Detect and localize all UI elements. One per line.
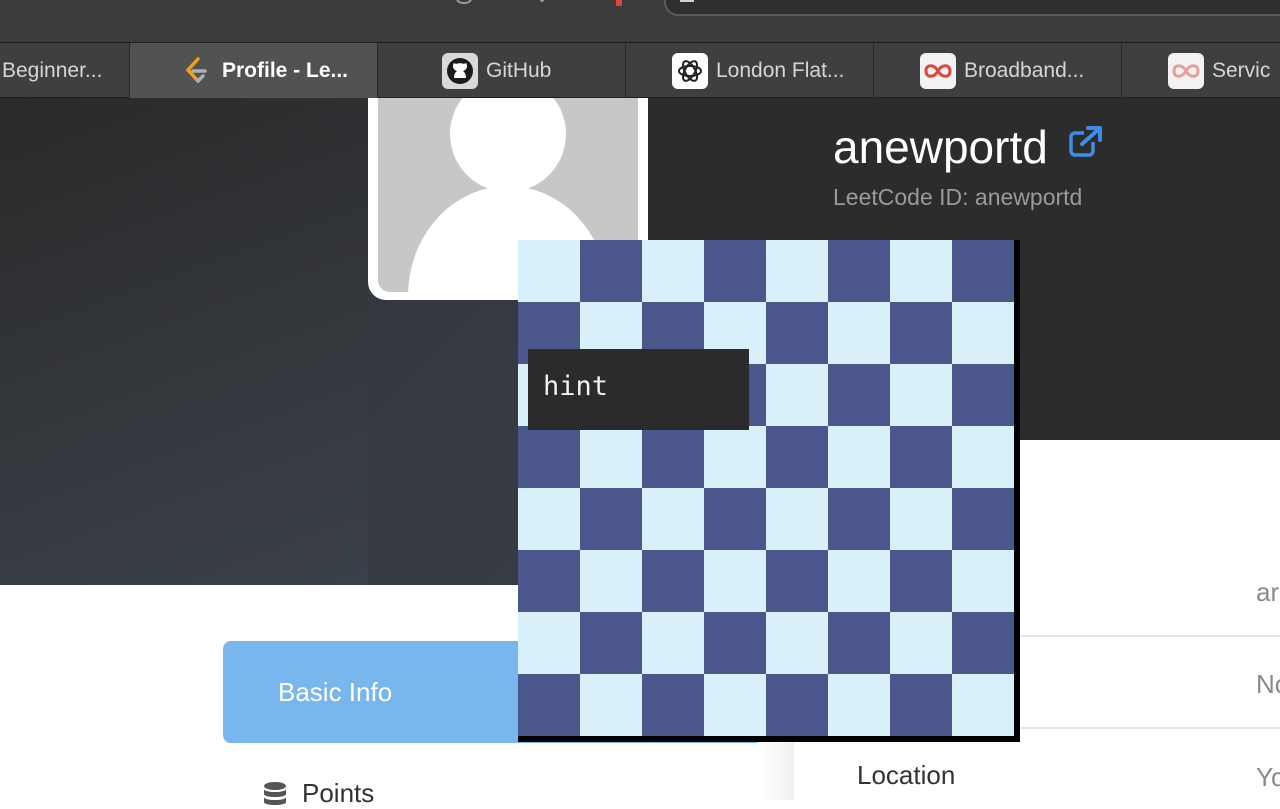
infinity-icon: [920, 52, 956, 89]
tab-label: Beginner...: [2, 58, 103, 82]
location-label: Location: [857, 760, 956, 790]
board-square[interactable]: [766, 674, 828, 736]
board-square[interactable]: [766, 364, 828, 426]
board-square[interactable]: [518, 612, 580, 674]
external-link-icon[interactable]: [1068, 124, 1104, 160]
board-square[interactable]: [828, 240, 890, 302]
board-square[interactable]: [642, 674, 704, 736]
board-square[interactable]: [518, 426, 580, 488]
board-square[interactable]: [766, 240, 828, 302]
board-square[interactable]: [704, 550, 766, 612]
tab-services[interactable]: Servic: [1122, 43, 1280, 98]
board-square[interactable]: [642, 240, 704, 302]
detail-value-location: Yo: [1256, 762, 1280, 792]
board-square[interactable]: [766, 612, 828, 674]
board-square[interactable]: [890, 364, 952, 426]
board-square[interactable]: [952, 426, 1014, 488]
board-square[interactable]: [952, 302, 1014, 364]
board-square[interactable]: [828, 302, 890, 364]
browser-toolbar: [0, 0, 1280, 42]
tab-broadband[interactable]: Broadband...: [874, 43, 1122, 98]
tab-beginner[interactable]: Beginner...: [0, 43, 130, 98]
board-square[interactable]: [580, 426, 642, 488]
board-square[interactable]: [890, 674, 952, 736]
board-square[interactable]: [518, 240, 580, 302]
board-square[interactable]: [890, 240, 952, 302]
board-square[interactable]: [890, 302, 952, 364]
board-square[interactable]: [580, 550, 642, 612]
board-square[interactable]: [642, 488, 704, 550]
tab-label: Servic: [1212, 58, 1271, 82]
database-icon: [264, 781, 286, 805]
avatar-head-shape: [450, 98, 566, 192]
board-square[interactable]: [766, 550, 828, 612]
board-square[interactable]: [952, 550, 1014, 612]
address-bar-cursor: [680, 0, 694, 2]
infinity-icon: [1168, 52, 1204, 89]
tab-label: Broadband...: [964, 58, 1085, 82]
chessboard-grid: [518, 240, 1014, 736]
board-square[interactable]: [828, 612, 890, 674]
tab-london-flat[interactable]: London Flat...: [626, 43, 874, 98]
board-square[interactable]: [828, 674, 890, 736]
board-square[interactable]: [766, 488, 828, 550]
board-square[interactable]: [704, 240, 766, 302]
toolbar-partial-icon: [455, 0, 473, 4]
board-square[interactable]: [580, 240, 642, 302]
board-square[interactable]: [890, 550, 952, 612]
board-square[interactable]: [704, 612, 766, 674]
github-icon: [442, 52, 478, 89]
board-square[interactable]: [766, 426, 828, 488]
detail-divider: [1016, 635, 1280, 637]
board-square[interactable]: [828, 426, 890, 488]
board-square[interactable]: [890, 612, 952, 674]
profile-username: anewportd: [833, 121, 1048, 173]
board-square[interactable]: [828, 550, 890, 612]
tab-bar: Beginner... Profile - Le... GitHub Londo…: [0, 42, 1280, 98]
address-bar[interactable]: [664, 0, 1280, 16]
tab-label: London Flat...: [716, 58, 845, 82]
board-square[interactable]: [580, 674, 642, 736]
board-square[interactable]: [704, 426, 766, 488]
detail-value-name: ar: [1256, 577, 1280, 607]
board-square[interactable]: [952, 612, 1014, 674]
board-square[interactable]: [766, 302, 828, 364]
board-square[interactable]: [890, 488, 952, 550]
board-square[interactable]: [518, 674, 580, 736]
board-square[interactable]: [952, 488, 1014, 550]
board-square[interactable]: [704, 488, 766, 550]
openai-icon: [672, 52, 708, 89]
recording-indicator: [616, 0, 622, 6]
tab-label: GitHub: [486, 58, 552, 82]
board-square[interactable]: [580, 612, 642, 674]
sidebar-item-label: Basic Info: [278, 677, 393, 707]
sidebar-item-points[interactable]: Points: [262, 778, 374, 809]
detail-divider: [1016, 727, 1280, 729]
tab-label: Profile - Le...: [222, 58, 349, 82]
hint-label: hint: [543, 371, 609, 402]
board-square[interactable]: [642, 426, 704, 488]
leetcode-id: LeetCode ID: anewportd: [833, 184, 1083, 210]
board-square[interactable]: [828, 488, 890, 550]
toolbar-dot: [540, 0, 544, 2]
board-square[interactable]: [642, 550, 704, 612]
board-square[interactable]: [642, 612, 704, 674]
tab-profile-leetcode[interactable]: Profile - Le...: [130, 43, 378, 98]
hint-button[interactable]: hint: [528, 349, 749, 430]
detail-value-gender: No: [1256, 669, 1280, 699]
board-square[interactable]: [518, 488, 580, 550]
board-square[interactable]: [952, 364, 1014, 426]
profile-header-left: [0, 98, 368, 585]
board-square[interactable]: [890, 426, 952, 488]
leetcode-icon: [178, 53, 214, 89]
chessboard-overlay[interactable]: [518, 240, 1020, 742]
board-square[interactable]: [952, 674, 1014, 736]
sidebar-item-label: Points: [302, 778, 375, 808]
board-square[interactable]: [952, 240, 1014, 302]
tab-github[interactable]: GitHub: [378, 43, 626, 98]
board-square[interactable]: [580, 488, 642, 550]
board-square[interactable]: [828, 364, 890, 426]
board-square[interactable]: [518, 550, 580, 612]
board-square[interactable]: [704, 674, 766, 736]
